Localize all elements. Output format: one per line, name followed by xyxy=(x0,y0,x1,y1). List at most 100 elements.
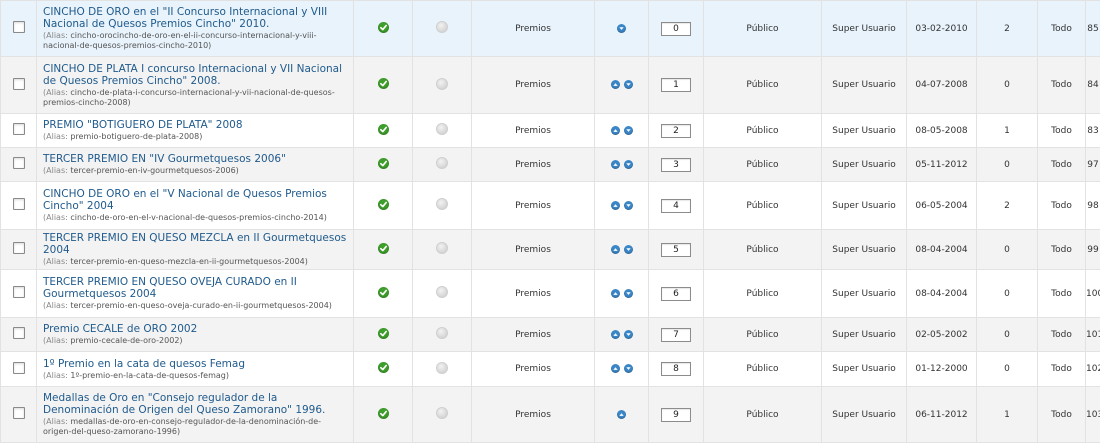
order-input[interactable]: 5 xyxy=(661,243,691,257)
order-input[interactable]: 8 xyxy=(661,362,691,376)
access-cell: Público xyxy=(704,182,822,230)
table-row: Medallas de Oro en "Consejo regulador de… xyxy=(1,387,1100,443)
article-title-link[interactable]: CINCHO DE ORO en el "II Concurso Interna… xyxy=(43,6,347,30)
order-input[interactable]: 7 xyxy=(661,328,691,342)
move-up-arrow-icon[interactable] xyxy=(611,364,620,373)
move-up-arrow-icon[interactable] xyxy=(617,410,626,419)
published-check-icon[interactable] xyxy=(378,287,389,298)
article-title-link[interactable]: Premio CECALE de ORO 2002 xyxy=(43,323,347,335)
id-cell: 103 xyxy=(1086,387,1100,443)
move-down-arrow-icon[interactable] xyxy=(624,289,633,298)
article-title-link[interactable]: PREMIO "BOTIGUERO DE PLATA" 2008 xyxy=(43,119,347,131)
language-cell: Todo xyxy=(1038,352,1086,387)
access-cell: Público xyxy=(704,1,822,57)
order-input[interactable]: 9 xyxy=(661,408,691,422)
id-cell: 99 xyxy=(1086,230,1100,270)
row-checkbox[interactable] xyxy=(13,327,25,339)
move-up-arrow-icon[interactable] xyxy=(611,160,620,169)
author-cell: Super Usuario xyxy=(822,57,907,114)
move-down-arrow-icon[interactable] xyxy=(624,80,633,89)
featured-dot-icon[interactable] xyxy=(436,78,448,90)
title-cell: Medallas de Oro en "Consejo regulador de… xyxy=(37,387,354,443)
move-up-arrow-icon[interactable] xyxy=(611,126,620,135)
access-cell: Público xyxy=(704,270,822,318)
article-title-link[interactable]: TERCER PREMIO EN QUESO OVEJA CURADO en I… xyxy=(43,276,347,300)
article-alias: (Alias: tercer-premio-en-queso-mezcla-en… xyxy=(43,257,347,267)
move-up-arrow-icon[interactable] xyxy=(611,245,620,254)
row-select-cell xyxy=(1,182,37,230)
published-cell xyxy=(354,270,413,318)
row-checkbox[interactable] xyxy=(13,123,25,135)
featured-dot-icon[interactable] xyxy=(436,242,448,254)
featured-dot-icon[interactable] xyxy=(436,21,448,33)
reorder-cell xyxy=(595,1,649,57)
order-input[interactable]: 1 xyxy=(661,78,691,92)
row-checkbox[interactable] xyxy=(13,286,25,298)
row-checkbox[interactable] xyxy=(13,407,25,419)
category-cell: Premios xyxy=(472,114,595,148)
published-check-icon[interactable] xyxy=(378,362,389,373)
move-down-arrow-icon[interactable] xyxy=(624,330,633,339)
reorder-cell xyxy=(595,270,649,318)
published-check-icon[interactable] xyxy=(378,22,389,33)
featured-dot-icon[interactable] xyxy=(436,327,448,339)
published-check-icon[interactable] xyxy=(378,78,389,89)
featured-dot-icon[interactable] xyxy=(436,407,448,419)
published-check-icon[interactable] xyxy=(378,158,389,169)
featured-dot-icon[interactable] xyxy=(436,157,448,169)
row-checkbox[interactable] xyxy=(13,362,25,374)
order-input[interactable]: 2 xyxy=(661,124,691,138)
alias-label: (Alias: xyxy=(43,31,68,40)
featured-cell xyxy=(413,230,472,270)
order-input[interactable]: 4 xyxy=(661,199,691,213)
row-checkbox[interactable] xyxy=(13,198,25,210)
language-cell: Todo xyxy=(1038,270,1086,318)
featured-dot-icon[interactable] xyxy=(436,123,448,135)
published-cell xyxy=(354,114,413,148)
move-down-arrow-icon[interactable] xyxy=(624,201,633,210)
order-input[interactable]: 3 xyxy=(661,158,691,172)
featured-dot-icon[interactable] xyxy=(436,286,448,298)
article-title-link[interactable]: 1º Premio en la cata de quesos Femag xyxy=(43,358,347,370)
author-cell: Super Usuario xyxy=(822,230,907,270)
article-title-link[interactable]: CINCHO DE ORO en el "V Nacional de Queso… xyxy=(43,188,347,212)
row-checkbox[interactable] xyxy=(13,78,25,90)
row-checkbox[interactable] xyxy=(13,157,25,169)
move-down-arrow-icon[interactable] xyxy=(624,126,633,135)
published-check-icon[interactable] xyxy=(378,199,389,210)
order-input[interactable]: 0 xyxy=(661,22,691,36)
move-down-arrow-icon[interactable] xyxy=(624,160,633,169)
published-check-icon[interactable] xyxy=(378,408,389,419)
article-title-link[interactable]: Medallas de Oro en "Consejo regulador de… xyxy=(43,392,347,416)
move-down-arrow-icon[interactable] xyxy=(624,364,633,373)
featured-cell xyxy=(413,182,472,230)
table-row: TERCER PREMIO EN QUESO OVEJA CURADO en I… xyxy=(1,270,1100,318)
row-checkbox[interactable] xyxy=(13,21,25,33)
table-row: 1º Premio en la cata de quesos Femag(Ali… xyxy=(1,352,1100,387)
article-title-link[interactable]: CINCHO DE PLATA I concurso Internacional… xyxy=(43,63,347,87)
featured-dot-icon[interactable] xyxy=(436,198,448,210)
featured-dot-icon[interactable] xyxy=(436,362,448,374)
published-check-icon[interactable] xyxy=(378,124,389,135)
move-down-arrow-icon[interactable] xyxy=(617,24,626,33)
move-up-arrow-icon[interactable] xyxy=(611,330,620,339)
move-up-arrow-icon[interactable] xyxy=(611,80,620,89)
order-cell: 1 xyxy=(649,57,704,114)
order-input[interactable]: 6 xyxy=(661,287,691,301)
table-row: TERCER PREMIO EN QUESO MEZCLA en II Gour… xyxy=(1,230,1100,270)
move-down-arrow-icon[interactable] xyxy=(624,245,633,254)
published-check-icon[interactable] xyxy=(378,243,389,254)
published-check-icon[interactable] xyxy=(378,328,389,339)
alias-label: (Alias: xyxy=(43,132,68,141)
article-title-link[interactable]: TERCER PREMIO EN "IV Gourmetquesos 2006" xyxy=(43,153,347,165)
order-cell: 0 xyxy=(649,1,704,57)
date-cell: 08-04-2004 xyxy=(907,230,977,270)
id-cell: 85 xyxy=(1086,1,1100,57)
row-checkbox[interactable] xyxy=(13,242,25,254)
published-cell xyxy=(354,57,413,114)
move-up-arrow-icon[interactable] xyxy=(611,201,620,210)
article-alias: (Alias: 1º-premio-en-la-cata-de-quesos-f… xyxy=(43,371,347,381)
article-title-link[interactable]: TERCER PREMIO EN QUESO MEZCLA en II Gour… xyxy=(43,232,347,256)
move-up-arrow-icon[interactable] xyxy=(611,289,620,298)
id-cell: 84 xyxy=(1086,57,1100,114)
